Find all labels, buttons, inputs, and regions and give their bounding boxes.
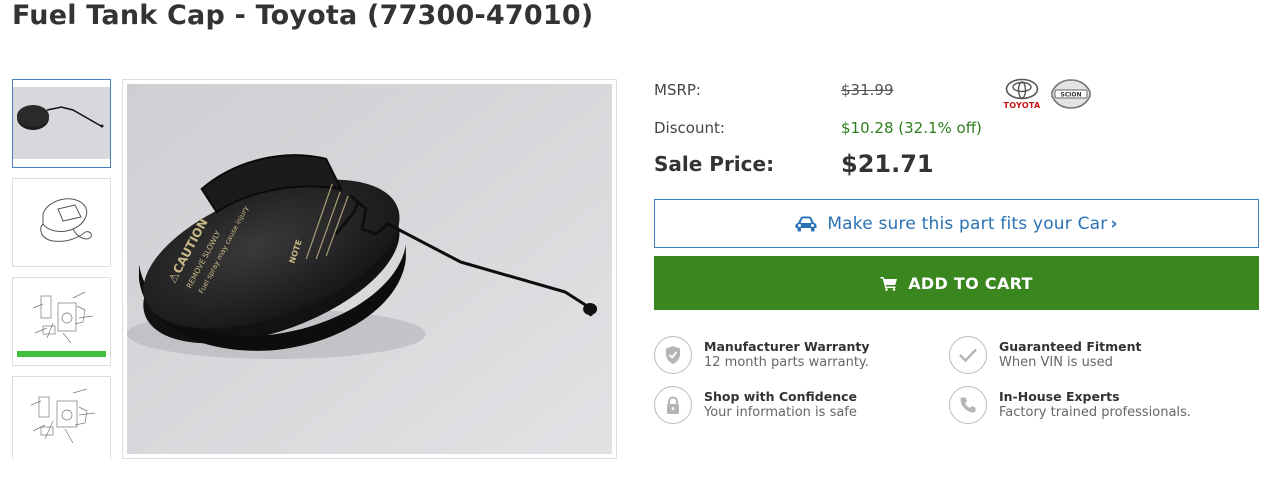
cart-icon bbox=[880, 276, 898, 291]
discount-value: $10.28 (32.1% off) bbox=[841, 119, 982, 137]
lock-icon bbox=[654, 386, 692, 424]
check-fitment-label: Make sure this part fits your Car › bbox=[827, 214, 1117, 234]
thumbnail-line-drawing[interactable] bbox=[12, 178, 111, 267]
main-product-image[interactable]: ⚠CAUTION REMOVE SLOWLY Fuel spray may ca… bbox=[122, 79, 617, 459]
diagram-2-thumb-image bbox=[30, 388, 96, 444]
car-icon bbox=[795, 216, 817, 231]
sale-price-label: Sale Price: bbox=[654, 152, 775, 176]
feature-title: Shop with Confidence bbox=[704, 389, 857, 404]
scion-logo: SCION bbox=[1048, 78, 1094, 110]
check-fitment-button[interactable]: Make sure this part fits your Car › bbox=[654, 199, 1259, 248]
feature-title: Guaranteed Fitment bbox=[999, 339, 1142, 354]
msrp-row: MSRP: $31.99 bbox=[654, 80, 994, 100]
shield-icon bbox=[654, 336, 692, 374]
toyota-emblem-icon bbox=[1005, 78, 1039, 100]
price-table: MSRP: $31.99 Discount: $10.28 (32.1% off… bbox=[654, 80, 994, 180]
feature-subtitle: Factory trained professionals. bbox=[999, 405, 1191, 420]
sale-price-row: Sale Price: $21.71 bbox=[654, 148, 994, 180]
feature-subtitle: Your information is safe bbox=[704, 405, 857, 420]
cap-drawing-thumb-image bbox=[40, 198, 92, 242]
scion-emblem-icon: SCION bbox=[1051, 79, 1091, 109]
brand-logos: TOYOTA SCION bbox=[1002, 78, 1094, 110]
feature-title: Manufacturer Warranty bbox=[704, 339, 870, 354]
feature-fitment: Guaranteed Fitment When VIN is used bbox=[949, 336, 1239, 374]
feature-experts: In-House Experts Factory trained profess… bbox=[949, 386, 1239, 424]
discount-row: Discount: $10.28 (32.1% off) bbox=[654, 118, 994, 138]
add-to-cart-button[interactable]: ADD TO CART bbox=[654, 256, 1259, 310]
page-title: Fuel Tank Cap - Toyota (77300-47010) bbox=[12, 0, 594, 31]
toyota-logo: TOYOTA bbox=[1002, 78, 1042, 110]
fuel-tank-cap-photo: ⚠CAUTION REMOVE SLOWLY Fuel spray may ca… bbox=[127, 84, 612, 454]
add-to-cart-label: ADD TO CART bbox=[908, 273, 1033, 293]
thumbnail-diagram-2[interactable] bbox=[12, 376, 111, 459]
msrp-label: MSRP: bbox=[654, 81, 701, 99]
feature-title: In-House Experts bbox=[999, 389, 1120, 404]
msrp-value: $31.99 bbox=[841, 81, 894, 99]
diagram-1-thumb-image bbox=[17, 291, 106, 357]
fuel-cap-thumb-image bbox=[13, 87, 110, 159]
scion-logo-text: SCION bbox=[1060, 92, 1081, 99]
toyota-logo-text: TOYOTA bbox=[1003, 101, 1041, 110]
fitment-text: Make sure this part fits your Car bbox=[827, 213, 1108, 234]
feature-warranty: Manufacturer Warranty 12 month parts war… bbox=[654, 336, 944, 374]
feature-subtitle: 12 month parts warranty. bbox=[704, 355, 869, 370]
sale-price-value: $21.71 bbox=[841, 150, 934, 178]
feature-subtitle: When VIN is used bbox=[999, 355, 1113, 370]
discount-label: Discount: bbox=[654, 119, 725, 137]
thumbnail-list bbox=[12, 79, 111, 459]
chevron-right-icon: › bbox=[1110, 213, 1118, 234]
thumbnail-diagram-1[interactable] bbox=[12, 277, 111, 366]
check-icon bbox=[949, 336, 987, 374]
phone-icon bbox=[949, 386, 987, 424]
thumbnail-photo[interactable] bbox=[12, 79, 111, 168]
feature-confidence: Shop with Confidence Your information is… bbox=[654, 386, 944, 424]
